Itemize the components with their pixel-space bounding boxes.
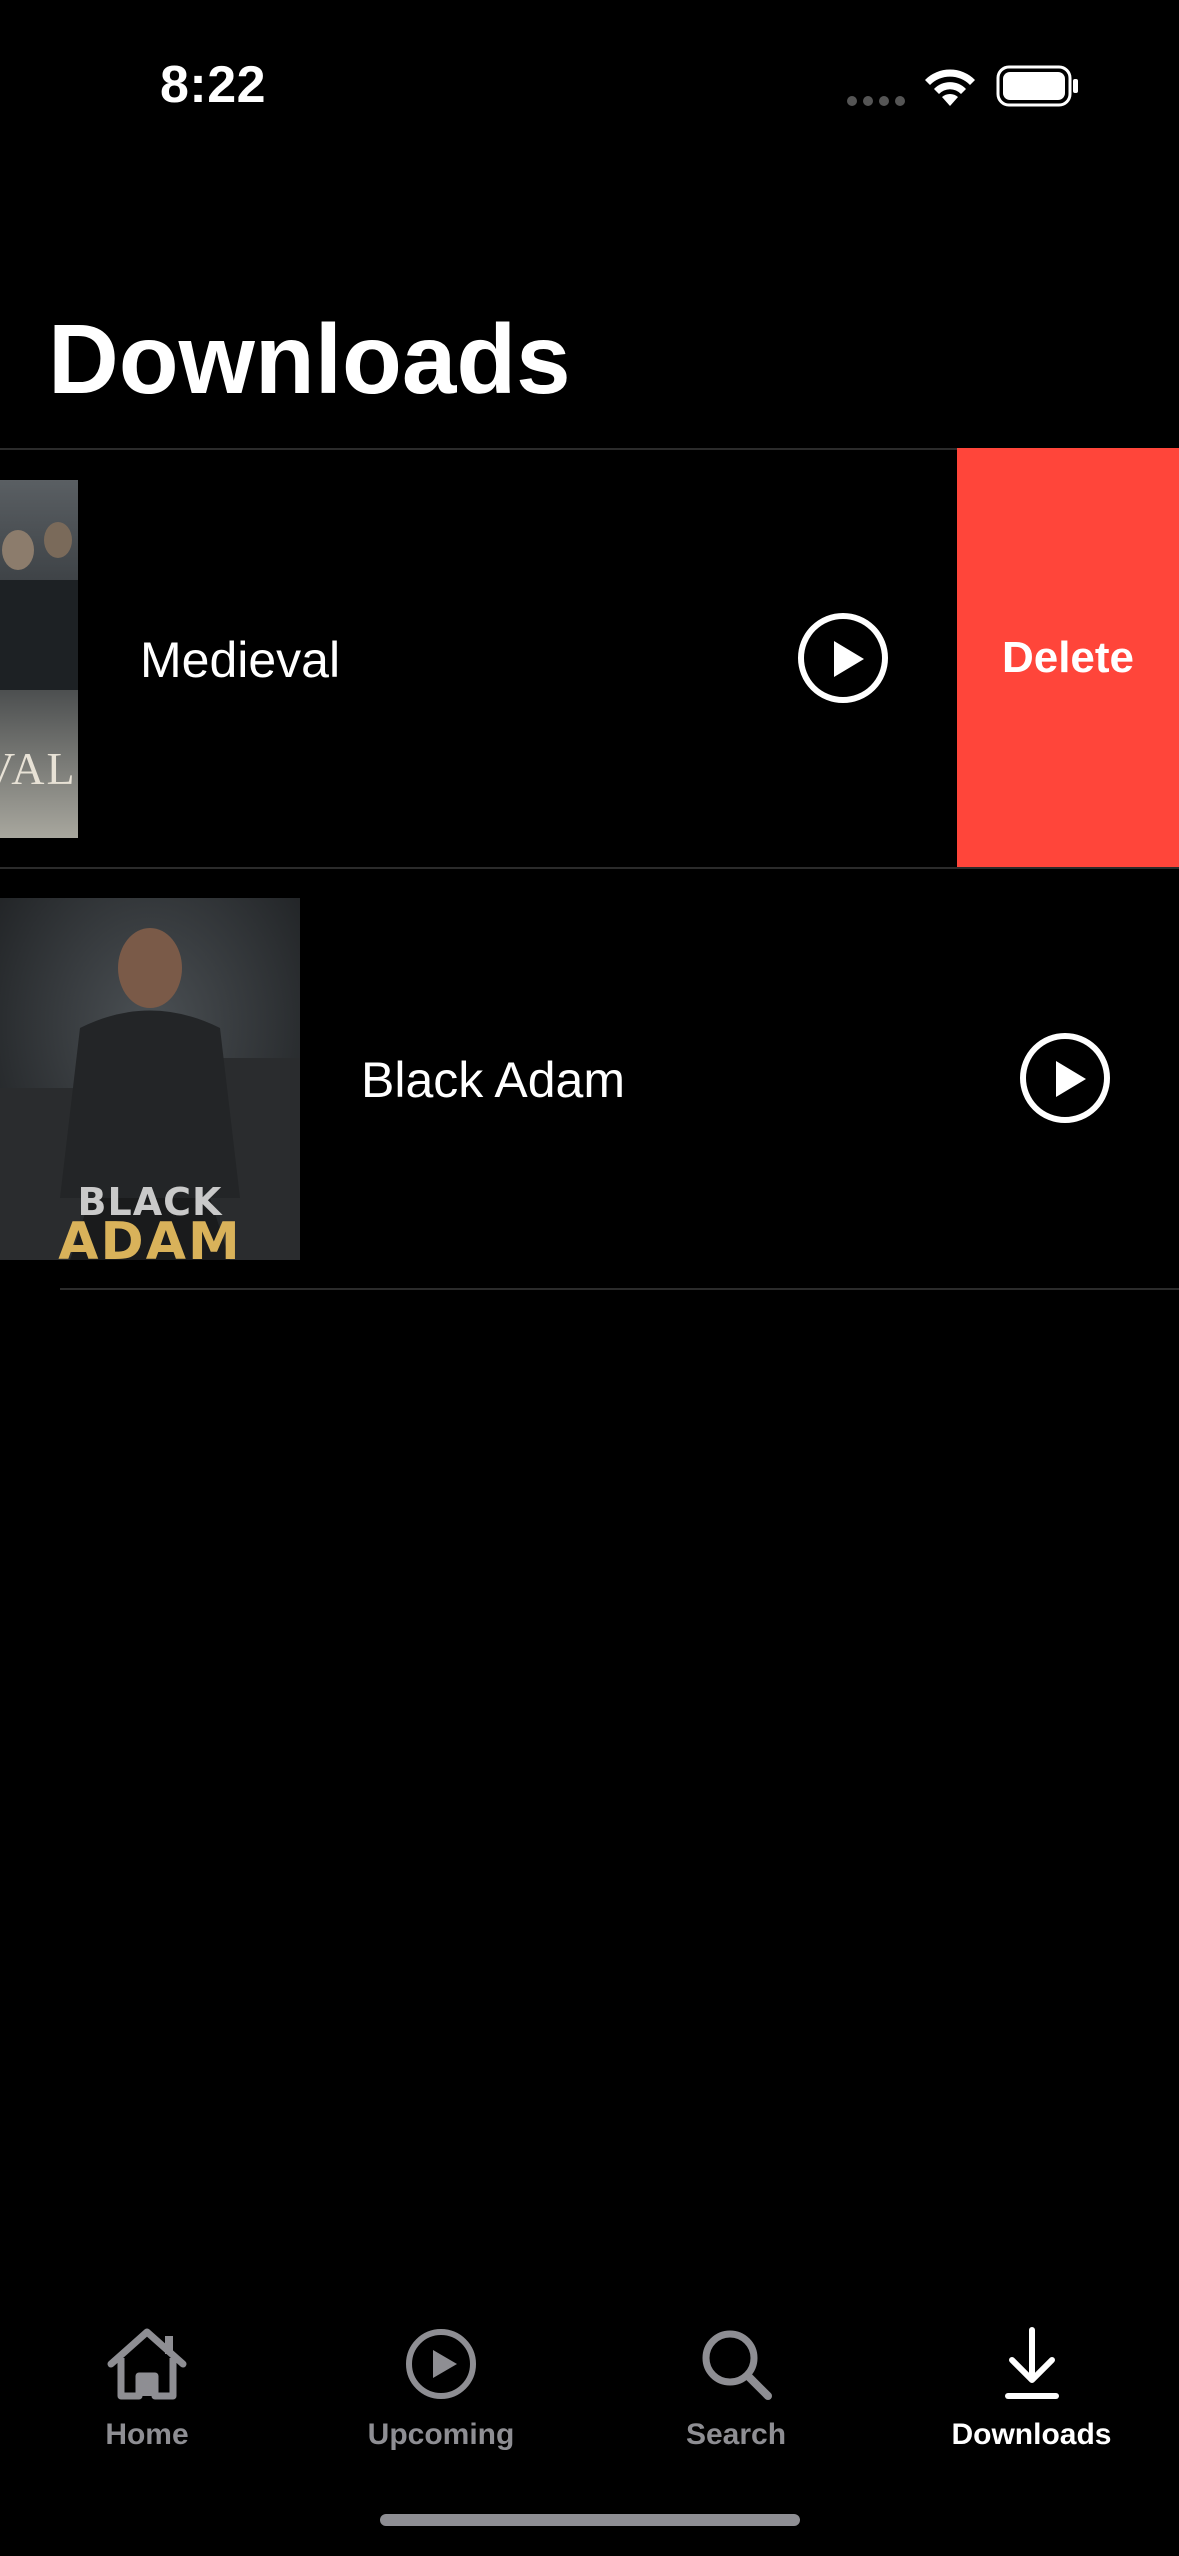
house-icon [107,2328,187,2400]
play-icon [1056,1061,1086,1097]
poster-black-adam-text-line2: ADAM [58,1212,242,1260]
list-item-black-adam[interactable]: BLACK ADAM Black Adam [0,868,1179,1288]
poster-medieval-text: VAL [0,743,77,794]
list-item-medieval[interactable]: VAL Medieval Delete [0,448,1179,868]
play-button[interactable] [798,613,888,703]
home-indicator [380,2514,800,2526]
tab-label: Home [105,2418,189,2451]
play-circle-icon [406,2329,476,2399]
tab-home[interactable]: Home [0,2300,294,2500]
tab-upcoming[interactable]: Upcoming [294,2300,588,2500]
poster-black-adam: BLACK ADAM [0,898,300,1260]
tab-label: Upcoming [367,2418,515,2451]
wifi-icon [925,69,975,106]
battery-icon [996,65,1078,107]
delete-button[interactable]: Delete [957,448,1179,868]
play-icon [834,641,864,677]
row-title: Medieval [140,632,341,688]
status-bar: 8:22 [0,0,1179,170]
divider [60,1288,1179,1290]
play-button[interactable] [1020,1033,1110,1123]
status-time: 8:22 [160,56,267,114]
page-title: Downloads [48,304,571,414]
tab-downloads[interactable]: Downloads [884,2300,1179,2500]
poster-medieval: VAL [0,480,78,838]
tab-label: Downloads [951,2418,1112,2451]
magnifier-icon [702,2330,772,2400]
tab-label: Search [685,2418,787,2451]
row-title: Black Adam [361,1052,626,1108]
cellular-signal-icon [847,96,905,106]
download-arrow-icon [1004,2327,1059,2399]
tab-search[interactable]: Search [589,2300,883,2500]
